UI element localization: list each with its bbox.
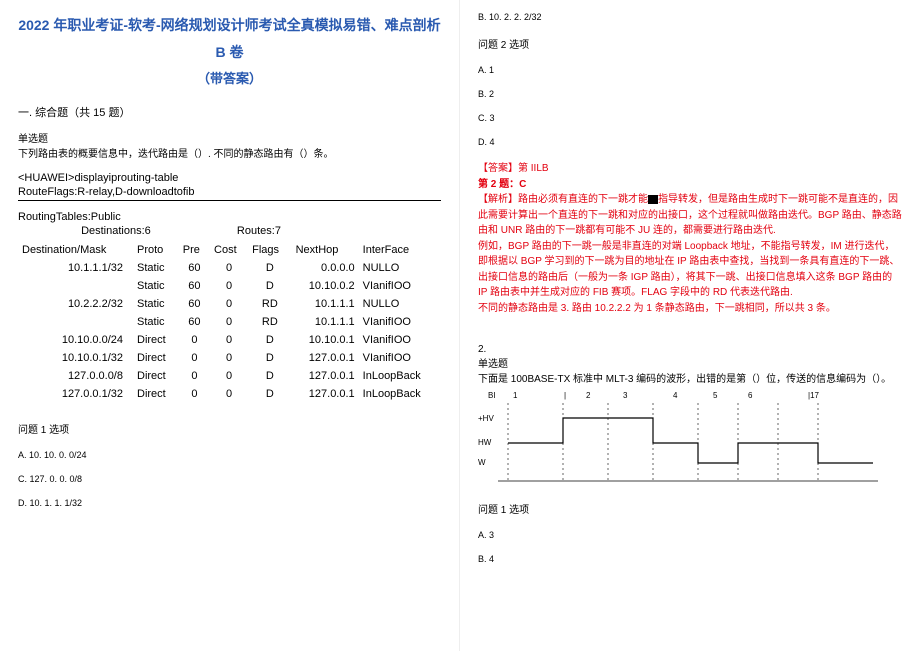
answer-line1: 第 2 题：C <box>478 177 902 193</box>
black-block-icon <box>648 195 658 204</box>
title-line1: 2022 年职业考证-软考-网络规划设计师考试全真模拟易错、难点剖析 B 卷 <box>18 17 440 60</box>
q1-opt2-c: C. 3 <box>478 113 902 123</box>
q2-opt1-a: A. 3 <box>478 530 902 540</box>
q1-opt1-c: C. 127. 0. 0. 0/8 <box>18 474 441 484</box>
routing-table: Destination/Mask Proto Pre Cost Flags Ne… <box>18 241 441 403</box>
table-header-row: Destination/Mask Proto Pre Cost Flags Ne… <box>18 241 441 259</box>
svg-text:+HV: +HV <box>478 414 494 423</box>
q2-type: 单选题 <box>478 355 902 370</box>
mlt3-waveform: +HV HW W <box>478 403 878 483</box>
doc-title: 2022 年职业考证-软考-网络规划设计师考试全真模拟易错、难点剖析 B 卷 （… <box>18 12 441 92</box>
table-row: 10.2.2.2/32Static600RD10.1.1.1NULLO <box>18 295 441 313</box>
svg-text:W: W <box>478 458 486 467</box>
q1-opt2-label: 问题 2 选项 <box>478 36 902 51</box>
destinations-count: Destinations:6 <box>81 225 151 237</box>
th-pre: Pre <box>179 241 210 259</box>
th-dest: Destination/Mask <box>18 241 133 259</box>
table-row: Static600D10.10.0.2VIanifIOO <box>18 277 441 295</box>
routing-table-summary: Destinations:6 Routes:7 <box>18 225 441 237</box>
title-line2: （带答案） <box>197 71 262 86</box>
section-heading: 一. 综合题（共 15 题） <box>18 104 441 120</box>
q1-opt1-b: B. 10. 2. 2. 2/32 <box>478 12 902 22</box>
divider <box>18 200 441 201</box>
q2-opt1-label: 问题 1 选项 <box>478 501 902 516</box>
answer-block: 【答案】第 IILB 第 2 题：C 【解析】路由必须有直连的下一跳才能指导转发… <box>478 161 902 316</box>
q1-opt1-a: A. 10. 10. 0. 0/24 <box>18 450 441 460</box>
cli-line-2: RouteFlags:R-relay,D-downloadtofib <box>18 186 441 198</box>
cli-line-1: <HUAWEI>displayiprouting-table <box>18 172 441 184</box>
th-nexthop: NextHop <box>292 241 359 259</box>
answer-line2: 【解析】路由必须有直连的下一跳才能指导转发，但是路由生成时下一跳可能不是直连的，… <box>478 192 902 239</box>
th-flags: Flags <box>248 241 291 259</box>
answer-line4: 不同的静态路由是 3. 路由 10.2.2.2 为 1 条静态路由，下一跳相同，… <box>478 301 902 317</box>
waveform-diagram: BI 1 | 2 3 4 5 6 |17 +HV HW W <box>478 391 902 483</box>
q2-opt1-b: B. 4 <box>478 554 902 564</box>
table-row: 127.0.0.0/8Direct00D127.0.0.1InLoopBack <box>18 367 441 385</box>
routing-table-title: RoutingTables:Public <box>18 211 441 223</box>
table-row: 10.10.0.1/32Direct00D127.0.0.1VIanifIOO <box>18 349 441 367</box>
th-proto: Proto <box>133 241 179 259</box>
th-iface: InterFace <box>359 241 441 259</box>
q1-opt1-d: D. 10. 1. 1. 1/32 <box>18 498 441 508</box>
left-column: 2022 年职业考证-软考-网络规划设计师考试全真模拟易错、难点剖析 B 卷 （… <box>0 0 460 651</box>
q1-opt2-a: A. 1 <box>478 65 902 75</box>
q1-type: 单选题 <box>18 130 441 145</box>
table-row: 10.1.1.1/32Static600D0.0.0.0NULLO <box>18 259 441 277</box>
table-row: Static600RD10.1.1.1VIanifIOO <box>18 313 441 331</box>
q1-opt2-d: D. 4 <box>478 137 902 147</box>
q1-opt2-b: B. 2 <box>478 89 902 99</box>
svg-text:HW: HW <box>478 438 492 447</box>
table-body: 10.1.1.1/32Static600D0.0.0.0NULLO Static… <box>18 259 441 403</box>
q1-text: 下列路由表的概要信息中，迭代路由是（）. 不同的静态路由有（）条。 <box>18 147 441 162</box>
right-column: B. 10. 2. 2. 2/32 问题 2 选项 A. 1 B. 2 C. 3… <box>460 0 920 651</box>
q2-num: 2. <box>478 344 902 355</box>
answer-head: 【答案】第 IILB <box>478 161 902 177</box>
table-row: 10.10.0.0/24Direct00D10.10.0.1VIanifIOO <box>18 331 441 349</box>
q1-opt1-label: 问题 1 选项 <box>18 421 441 436</box>
q2-text: 下面是 100BASE-TX 标准中 MLT-3 编码的波形，出错的是第（）位，… <box>478 372 902 387</box>
table-row: 127.0.0.1/32Direct00D127.0.0.1InLoopBack <box>18 385 441 403</box>
routes-count: Routes:7 <box>237 225 281 237</box>
th-cost: Cost <box>210 241 248 259</box>
answer-line3: 例如，BGP 路由的下一跳一般是非直连的对端 Loopback 地址，不能指号转… <box>478 239 902 301</box>
